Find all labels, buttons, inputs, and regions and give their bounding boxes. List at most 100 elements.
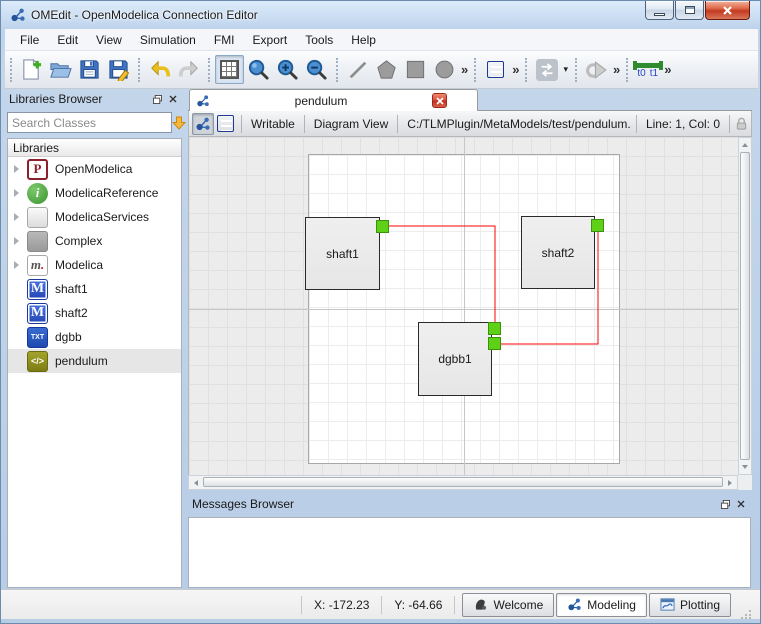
float-dock-button[interactable] xyxy=(718,497,733,511)
titlebar[interactable]: OMEdit - OpenModelica Connection Editor xyxy=(1,1,760,29)
menu-view[interactable]: View xyxy=(87,29,131,50)
menu-file[interactable]: File xyxy=(11,29,48,50)
component-dgbb1[interactable]: dgbb1 xyxy=(418,322,492,396)
zoom-out-button[interactable] xyxy=(302,55,331,84)
expand-caret-icon[interactable] xyxy=(14,189,19,197)
save-button[interactable] xyxy=(75,55,104,84)
redo-button[interactable] xyxy=(174,55,203,84)
expand-caret-icon[interactable] xyxy=(14,165,19,173)
search-arrow-icon xyxy=(172,116,186,130)
horizontal-scrollbar[interactable] xyxy=(188,475,738,490)
connection-line-shaft1-dgbb1[interactable] xyxy=(389,225,496,322)
expand-caret-icon[interactable] xyxy=(14,237,19,245)
library-item-complex[interactable]: Complex xyxy=(8,229,181,253)
component-shaft2[interactable]: shaft2 xyxy=(521,216,595,289)
connection-wires xyxy=(389,225,599,345)
close-dock-button[interactable] xyxy=(165,92,180,106)
diagram-canvas[interactable]: shaft1 shaft2 dgbb1 xyxy=(188,137,738,475)
connect-mode-button[interactable] xyxy=(532,55,561,84)
messages-browser-dock: Messages Browser xyxy=(188,493,752,589)
library-item-modelica[interactable]: m. Modelica xyxy=(8,253,181,277)
save-as-button[interactable] xyxy=(104,55,133,84)
toolbar-handle[interactable] xyxy=(626,57,630,82)
modeling-perspective-button[interactable]: Modeling xyxy=(556,592,647,617)
libraries-browser-dock: Libraries Browser Search Classes Librari… xyxy=(5,89,186,589)
toolbar-handle[interactable] xyxy=(525,57,529,82)
library-item-modelicareference[interactable]: i ModelicaReference xyxy=(8,181,181,205)
toolbar-handle[interactable] xyxy=(575,57,579,82)
reset-zoom-button[interactable] xyxy=(244,55,273,84)
library-item-shaft2[interactable]: M shaft2 xyxy=(8,301,181,325)
shapes-overflow-button[interactable]: » xyxy=(459,62,469,77)
menu-edit[interactable]: Edit xyxy=(48,29,87,50)
menu-tools[interactable]: Tools xyxy=(296,29,342,50)
library-item-shaft1[interactable]: M shaft1 xyxy=(8,277,181,301)
scroll-up-icon[interactable] xyxy=(739,138,751,152)
zoom-in-icon xyxy=(277,59,298,80)
tlm-overflow-button[interactable]: » xyxy=(662,62,672,77)
menu-simulation[interactable]: Simulation xyxy=(131,29,205,50)
undo-button[interactable] xyxy=(145,55,174,84)
float-dock-button[interactable] xyxy=(150,92,165,106)
horizontal-scroll-thumb[interactable] xyxy=(203,477,723,487)
menu-export[interactable]: Export xyxy=(244,29,297,50)
connector-shaft2[interactable] xyxy=(591,219,604,232)
toolbar-handle[interactable] xyxy=(138,57,142,82)
welcome-perspective-button[interactable]: Welcome xyxy=(462,592,555,617)
tab-close-button[interactable] xyxy=(432,93,447,108)
library-item-modelicaservices[interactable]: ModelicaServices xyxy=(8,205,181,229)
library-item-dgbb[interactable]: TXT dgbb xyxy=(8,325,181,349)
ellipse-tool-button[interactable] xyxy=(430,55,459,84)
float-icon xyxy=(721,499,730,509)
lock-icon xyxy=(736,117,747,130)
connector-dgbb1-top[interactable] xyxy=(488,322,501,335)
new-model-button[interactable] xyxy=(17,55,46,84)
close-icon xyxy=(723,5,732,15)
messages-content[interactable] xyxy=(188,517,751,588)
toolbar-handle[interactable] xyxy=(336,57,340,82)
tab-pendulum[interactable]: pendulum xyxy=(189,89,478,111)
library-item-pendulum[interactable]: </> pendulum xyxy=(8,349,181,373)
scroll-down-icon[interactable] xyxy=(739,460,751,474)
simulate-button[interactable] xyxy=(582,55,611,84)
connect-dropdown-button[interactable]: ▾ xyxy=(561,64,570,75)
search-options-button[interactable] xyxy=(172,112,186,133)
expand-caret-icon[interactable] xyxy=(14,261,19,269)
zoom-in-button[interactable] xyxy=(273,55,302,84)
maximize-button[interactable] xyxy=(675,1,704,20)
close-button[interactable] xyxy=(705,1,750,20)
toolbar-handle[interactable] xyxy=(474,57,478,82)
toggle-grid-button[interactable] xyxy=(215,55,244,84)
toolbar-handle[interactable] xyxy=(10,57,14,82)
menu-fmi[interactable]: FMI xyxy=(205,29,244,50)
toolbar-handle[interactable] xyxy=(208,57,212,82)
minimize-button[interactable] xyxy=(645,1,674,20)
scroll-right-icon[interactable] xyxy=(723,476,737,489)
simulate-overflow-button[interactable]: » xyxy=(611,62,621,77)
search-classes-input[interactable] xyxy=(7,112,172,133)
resize-grip[interactable] xyxy=(740,607,752,619)
vertical-scroll-thumb[interactable] xyxy=(740,152,750,460)
writable-button[interactable]: Writable xyxy=(247,117,299,131)
component-shaft1[interactable]: shaft1 xyxy=(305,217,380,290)
tlm-cosimulation-button[interactable]: t0 t1 xyxy=(632,55,663,84)
text-view-button[interactable] xyxy=(214,113,236,135)
expand-caret-icon[interactable] xyxy=(14,213,19,221)
line-icon xyxy=(349,61,366,78)
format-overflow-button[interactable]: » xyxy=(510,62,520,77)
close-dock-button[interactable] xyxy=(733,497,748,511)
record-icon xyxy=(27,230,48,252)
rectangle-tool-button[interactable] xyxy=(401,55,430,84)
menu-help[interactable]: Help xyxy=(342,29,385,50)
open-model-button[interactable] xyxy=(46,55,75,84)
connector-shaft1[interactable] xyxy=(376,220,389,233)
diagram-view-button[interactable] xyxy=(192,112,214,135)
line-tool-button[interactable] xyxy=(343,55,372,84)
scroll-left-icon[interactable] xyxy=(189,476,203,489)
format-button[interactable] xyxy=(481,55,510,84)
polygon-tool-button[interactable] xyxy=(372,55,401,84)
connector-dgbb1-bottom[interactable] xyxy=(488,337,501,350)
plotting-perspective-button[interactable]: Plotting xyxy=(648,592,731,617)
vertical-scrollbar[interactable] xyxy=(738,137,752,475)
library-item-openmodelica[interactable]: P OpenModelica xyxy=(8,157,181,181)
